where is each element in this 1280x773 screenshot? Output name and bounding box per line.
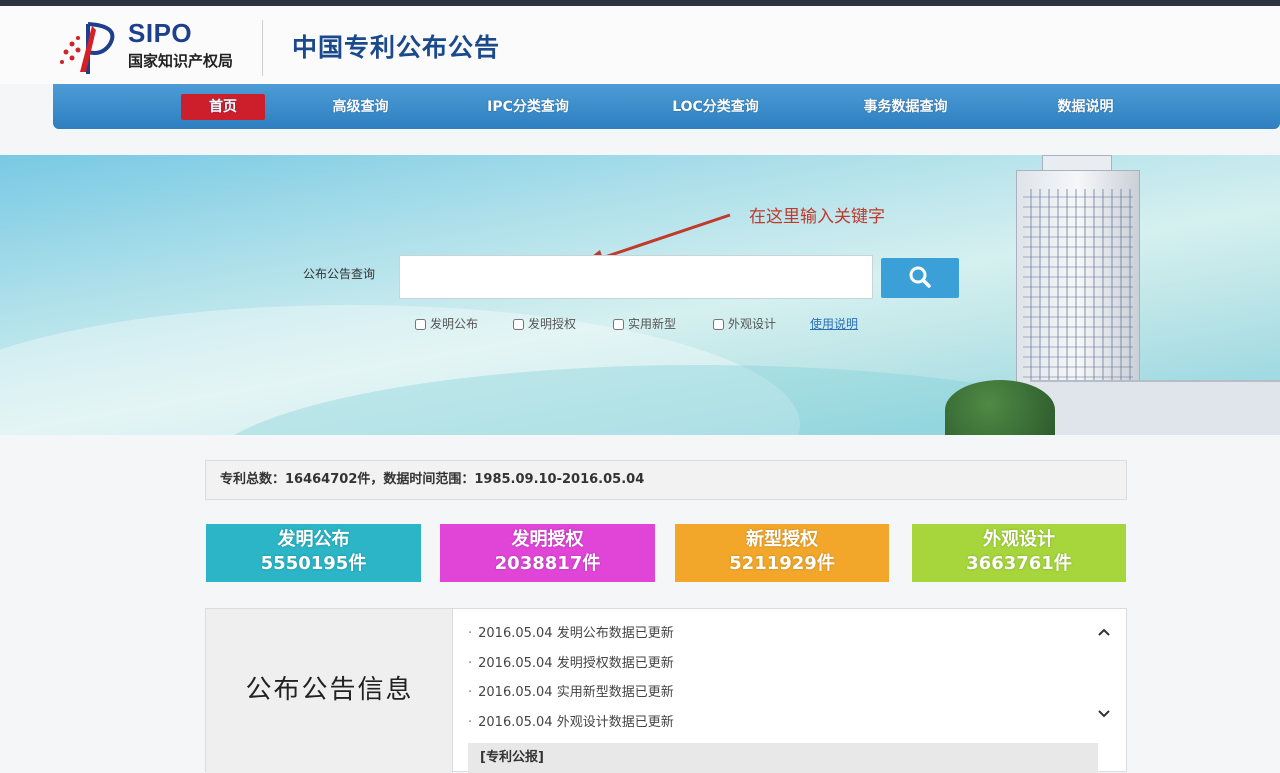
tile-utility-grant[interactable]: 新型授权 5211929件 bbox=[675, 524, 889, 582]
patent-gazette-heading: [专利公报] bbox=[468, 743, 1098, 773]
site-title: 中国专利公布公告 bbox=[292, 33, 501, 62]
logo-sipo-text: SIPO bbox=[128, 18, 193, 48]
building-windows bbox=[1023, 189, 1133, 396]
news-item[interactable]: · 2016.05.04 发明公布数据已更新 bbox=[468, 623, 1068, 653]
tile-invention-grant[interactable]: 发明授权 2038817件 bbox=[440, 524, 655, 582]
filter-design-checkbox[interactable] bbox=[713, 319, 724, 330]
nav-item-transaction-search[interactable]: 事务数据查询 bbox=[843, 94, 968, 120]
nav-item-ipc-search[interactable]: IPC分类查询 bbox=[468, 94, 588, 120]
tile-invention-publication[interactable]: 发明公布 5550195件 bbox=[206, 524, 421, 582]
usage-help-link[interactable]: 使用说明 bbox=[810, 315, 858, 332]
search-button[interactable] bbox=[881, 258, 959, 298]
filter-design[interactable]: 外观设计 bbox=[713, 315, 776, 332]
sipo-logo[interactable]: SIPO 国家知识产权局 bbox=[58, 18, 258, 76]
tile-count: 5211929件 bbox=[729, 553, 835, 574]
patent-stats-bar: 专利总数：16464702件，数据时间范围：1985.09.10-2016.05… bbox=[205, 460, 1127, 500]
nav-item-advanced-search[interactable]: 高级查询 bbox=[308, 94, 413, 120]
news-list: · 2016.05.04 发明公布数据已更新 · 2016.05.04 发明授权数据… bbox=[468, 623, 1068, 741]
annotation-text: 在这里输入关键字 bbox=[749, 207, 885, 227]
news-text: 2016.05.04 实用新型数据已更新 bbox=[478, 685, 674, 700]
news-text: 2016.05.04 发明公布数据已更新 bbox=[478, 626, 674, 641]
search-icon bbox=[909, 266, 931, 288]
bullet: · bbox=[468, 626, 473, 641]
trees-image bbox=[945, 380, 1055, 435]
bullet: · bbox=[468, 685, 473, 700]
nav-item-home[interactable]: 首页 bbox=[181, 94, 265, 120]
tile-design[interactable]: 外观设计 3663761件 bbox=[912, 524, 1126, 582]
logo-cn-text: 国家知识产权局 bbox=[128, 52, 234, 70]
filter-label: 外观设计 bbox=[728, 317, 777, 331]
filter-label: 发明授权 bbox=[528, 317, 577, 331]
search-input[interactable] bbox=[399, 255, 873, 299]
filter-invention-grant-checkbox[interactable] bbox=[513, 319, 524, 330]
header-divider bbox=[262, 20, 263, 76]
filter-label: 发明公布 bbox=[430, 317, 479, 331]
chevron-down-icon[interactable] bbox=[1094, 705, 1114, 725]
filter-invention-publication-checkbox[interactable] bbox=[415, 319, 426, 330]
filter-invention-publication[interactable]: 发明公布 bbox=[415, 315, 478, 332]
tile-title: 新型授权 bbox=[746, 529, 818, 550]
filter-utility-model[interactable]: 实用新型 bbox=[613, 315, 676, 332]
search-label: 公布公告查询 bbox=[303, 267, 376, 281]
tile-title: 外观设计 bbox=[983, 529, 1055, 550]
tile-title: 发明授权 bbox=[511, 529, 584, 550]
info-title-panel: 公布公告信息 bbox=[206, 609, 453, 773]
office-building-image bbox=[1016, 170, 1140, 405]
news-text: 2016.05.04 发明授权数据已更新 bbox=[478, 655, 674, 671]
bullet: · bbox=[468, 714, 473, 730]
filter-label: 实用新型 bbox=[628, 317, 677, 331]
tile-title: 发明公布 bbox=[277, 529, 350, 550]
filter-utility-model-checkbox[interactable] bbox=[613, 319, 624, 330]
news-item[interactable]: · 2016.05.04 外观设计数据已更新 bbox=[468, 712, 1068, 742]
announcement-info-panel: 公布公告信息 · 2016.05.04 发明公布数据已更新 · 2016.05.04… bbox=[205, 608, 1127, 773]
chevron-up-icon[interactable] bbox=[1094, 623, 1114, 643]
nav-item-loc-search[interactable]: LOC分类查询 bbox=[653, 94, 778, 120]
sipo-emblem-icon bbox=[60, 22, 115, 74]
tile-count: 3663761件 bbox=[966, 553, 1072, 574]
news-text: 2016.05.04 外观设计数据已更新 bbox=[478, 714, 674, 730]
bullet: · bbox=[468, 655, 473, 671]
tile-count: 2038817件 bbox=[494, 553, 601, 574]
news-item[interactable]: · 2016.05.04 发明授权数据已更新 bbox=[468, 653, 1068, 683]
main-nav: 首页 高级查询 IPC分类查询 LOC分类查询 事务数据查询 数据说明 bbox=[53, 84, 1280, 129]
nav-item-data-notes[interactable]: 数据说明 bbox=[1033, 94, 1138, 120]
search-banner: 在这里输入关键字 公布公告查询 发明公布 发明授权 实用新型 外观设计 使用说明 bbox=[0, 155, 1280, 435]
low-building-image bbox=[1030, 380, 1280, 435]
info-title: 公布公告信息 bbox=[245, 675, 414, 705]
filter-invention-grant[interactable]: 发明授权 bbox=[513, 315, 576, 332]
news-item[interactable]: · 2016.05.04 实用新型数据已更新 bbox=[468, 682, 1068, 712]
tile-count: 5550195件 bbox=[260, 553, 367, 574]
site-header: SIPO 国家知识产权局 中国专利公布公告 bbox=[0, 6, 1280, 84]
